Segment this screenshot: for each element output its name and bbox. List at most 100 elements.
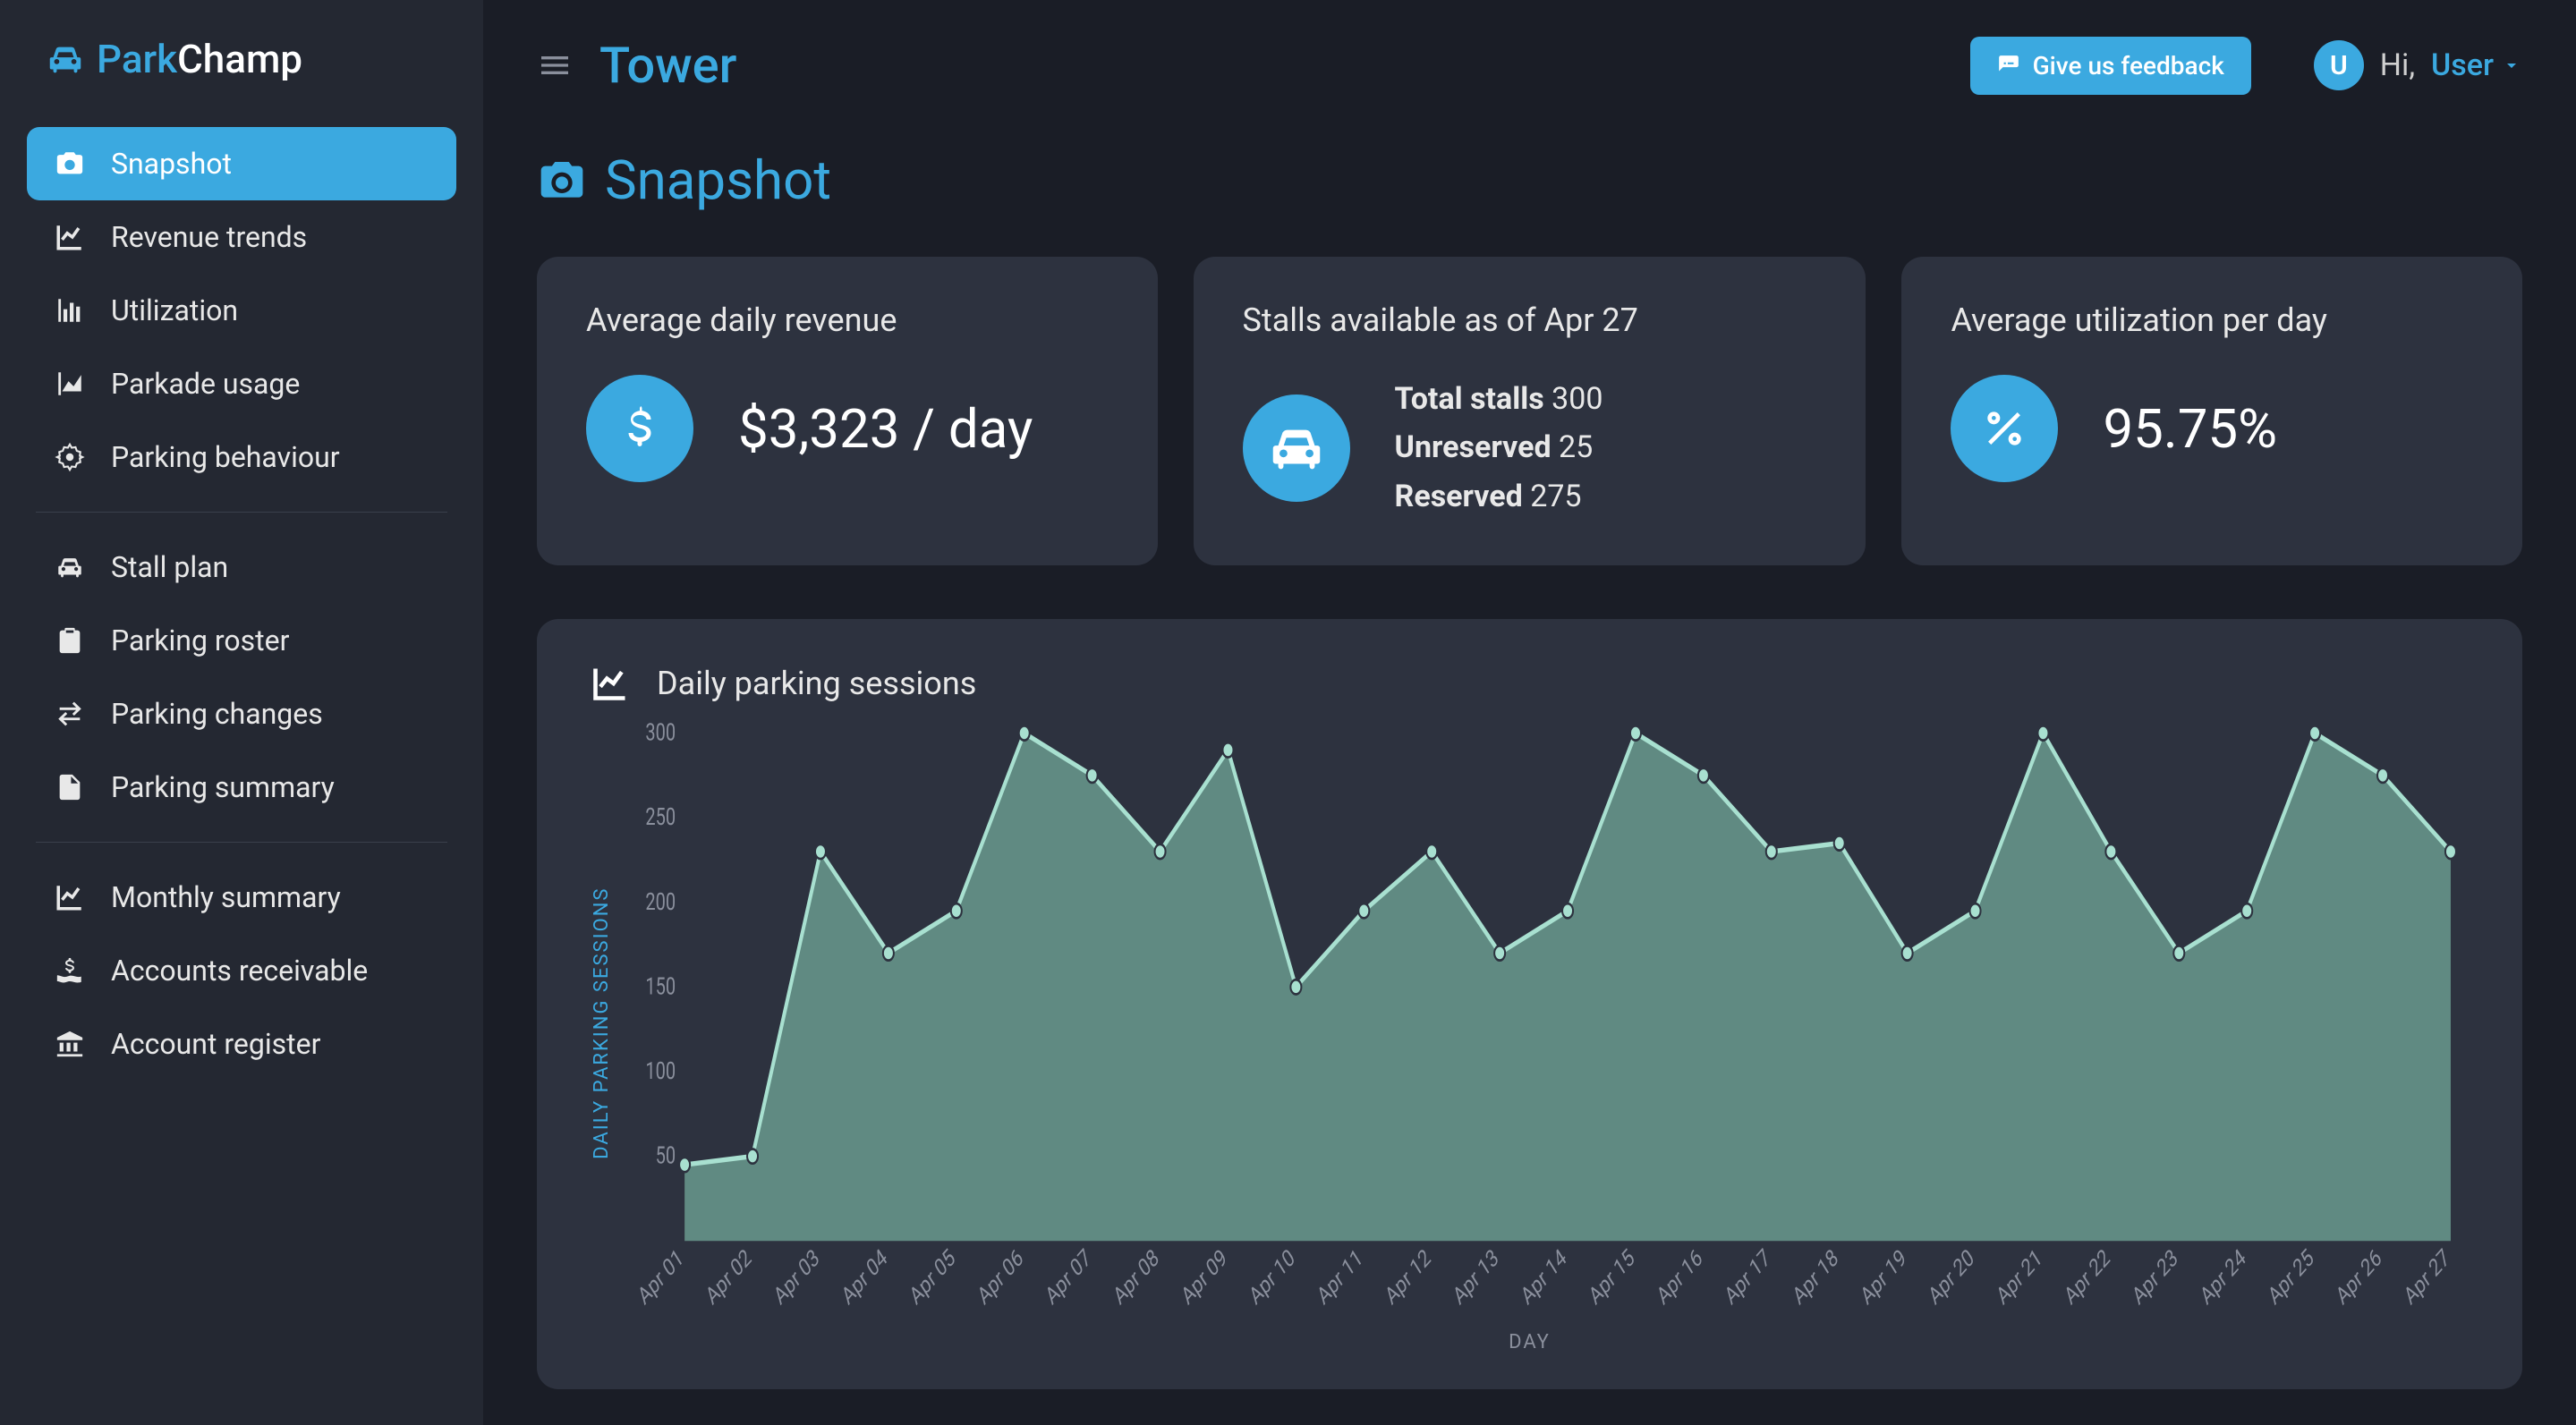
- main-content: Tower Give us feedback U Hi, User: [483, 0, 2576, 1425]
- camera-icon: [54, 148, 86, 180]
- document-icon: [54, 771, 86, 803]
- chart-title: Daily parking sessions: [657, 665, 976, 702]
- page-title: Snapshot: [537, 148, 2522, 212]
- sidebar-item-label: Account register: [111, 1027, 320, 1061]
- sidebar-item-accounts-receivable[interactable]: Accounts receivable: [27, 934, 456, 1007]
- svg-text:Apr 02: Apr 02: [701, 1243, 755, 1310]
- area-chart-icon: [54, 368, 86, 400]
- svg-text:Apr 26: Apr 26: [2332, 1243, 2385, 1310]
- svg-text:150: 150: [645, 972, 676, 1001]
- svg-text:Apr 18: Apr 18: [1789, 1243, 1842, 1310]
- card-title: Average daily revenue: [586, 301, 1109, 339]
- sidebar-item-account-register[interactable]: Account register: [27, 1007, 456, 1081]
- line-chart-icon: [591, 664, 630, 703]
- sidebar: ParkChamp Snapshot Revenue trends Utilizat…: [0, 0, 483, 1425]
- stalls-card: Stalls available as of Apr 27 Total stal…: [1194, 257, 1866, 565]
- sidebar-item-label: Parkade usage: [111, 367, 300, 401]
- svg-text:Apr 05: Apr 05: [905, 1243, 959, 1310]
- topbar: Tower Give us feedback U Hi, User: [537, 36, 2522, 95]
- svg-text:Apr 12: Apr 12: [1381, 1243, 1434, 1310]
- svg-text:Apr 09: Apr 09: [1177, 1243, 1231, 1310]
- svg-text:Apr 04: Apr 04: [837, 1243, 891, 1310]
- card-title: Average utilization per day: [1951, 301, 2473, 339]
- svg-text:Apr 15: Apr 15: [1585, 1243, 1638, 1310]
- hand-money-icon: [54, 954, 86, 987]
- svg-text:Apr 13: Apr 13: [1449, 1243, 1502, 1310]
- svg-text:Apr 03: Apr 03: [769, 1243, 823, 1310]
- chart-card: Daily parking sessions DAILY PARKING SES…: [537, 619, 2522, 1389]
- sidebar-item-utilization[interactable]: Utilization: [27, 274, 456, 347]
- camera-icon: [537, 156, 587, 206]
- sidebar-item-parking-summary[interactable]: Parking summary: [27, 751, 456, 824]
- svg-text:200: 200: [645, 887, 676, 916]
- svg-text:Apr 27: Apr 27: [2400, 1243, 2453, 1310]
- swap-icon: [54, 698, 86, 730]
- car-icon: [1243, 394, 1350, 502]
- chevron-down-icon: [2501, 55, 2522, 76]
- sidebar-item-label: Monthly summary: [111, 880, 341, 914]
- bar-chart-icon: [54, 294, 86, 327]
- svg-text:Apr 23: Apr 23: [2129, 1243, 2182, 1310]
- user-menu[interactable]: U Hi, User: [2314, 40, 2522, 90]
- brand-suffix: Champ: [177, 36, 302, 82]
- brand-logo: ParkChamp: [27, 36, 456, 82]
- svg-text:50: 50: [656, 1141, 676, 1170]
- utilization-card: Average utilization per day 95.75%: [1901, 257, 2522, 565]
- revenue-value: $3,323 / day: [738, 397, 1033, 461]
- car-icon: [45, 38, 86, 80]
- svg-text:Apr 25: Apr 25: [2264, 1243, 2317, 1310]
- brand-prefix: Park: [97, 36, 177, 82]
- bank-icon: [54, 1028, 86, 1060]
- clipboard-icon: [54, 624, 86, 657]
- line-chart-icon: [54, 881, 86, 913]
- user-name-dropdown[interactable]: User: [2431, 47, 2522, 83]
- sidebar-item-parkade-usage[interactable]: Parkade usage: [27, 347, 456, 420]
- sidebar-item-label: Revenue trends: [111, 220, 307, 254]
- revenue-card: Average daily revenue $3,323 / day: [537, 257, 1158, 565]
- chart-x-axis-label: DAY: [591, 1331, 2469, 1353]
- svg-text:Apr 17: Apr 17: [1721, 1243, 1774, 1310]
- menu-toggle-icon[interactable]: [537, 47, 573, 83]
- sidebar-item-monthly-summary[interactable]: Monthly summary: [27, 861, 456, 934]
- sidebar-item-label: Parking summary: [111, 770, 335, 804]
- sidebar-item-parking-roster[interactable]: Parking roster: [27, 604, 456, 677]
- sidebar-item-label: Accounts receivable: [111, 954, 368, 988]
- card-title: Stalls available as of Apr 27: [1243, 301, 1817, 339]
- nav-divider: [36, 842, 447, 843]
- sidebar-item-revenue-trends[interactable]: Revenue trends: [27, 200, 456, 274]
- percent-icon: [1951, 375, 2058, 482]
- svg-text:250: 250: [645, 802, 676, 831]
- sidebar-item-parking-changes[interactable]: Parking changes: [27, 677, 456, 751]
- svg-text:Apr 06: Apr 06: [973, 1243, 1027, 1310]
- sidebar-item-stall-plan[interactable]: Stall plan: [27, 530, 456, 604]
- chart-plot: 50100150200250300Apr 01Apr 02Apr 03Apr 0…: [622, 721, 2469, 1326]
- greeting-text: Hi,: [2380, 47, 2415, 83]
- svg-text:Apr 24: Apr 24: [2196, 1243, 2249, 1310]
- line-chart-icon: [54, 221, 86, 253]
- stalls-breakdown: Total stalls 300 Unreserved 25 Reserved …: [1395, 375, 1603, 521]
- svg-text:Apr 16: Apr 16: [1653, 1243, 1706, 1310]
- svg-text:Apr 10: Apr 10: [1245, 1243, 1299, 1310]
- dollar-icon: [586, 375, 693, 482]
- feedback-button[interactable]: Give us feedback: [1970, 37, 2251, 95]
- nav-list: Snapshot Revenue trends Utilization Parkade…: [27, 127, 456, 1081]
- svg-text:Apr 22: Apr 22: [2061, 1243, 2114, 1310]
- sidebar-item-label: Utilization: [111, 293, 238, 327]
- feedback-label: Give us feedback: [2033, 51, 2224, 81]
- summary-cards: Average daily revenue $3,323 / day Stall…: [537, 257, 2522, 565]
- sidebar-item-parking-behaviour[interactable]: Parking behaviour: [27, 420, 456, 494]
- utilization-value: 95.75%: [2103, 397, 2277, 461]
- sidebar-item-snapshot[interactable]: Snapshot: [27, 127, 456, 200]
- gear-head-icon: [54, 441, 86, 473]
- sidebar-item-label: Parking behaviour: [111, 440, 340, 474]
- svg-text:Apr 19: Apr 19: [1857, 1243, 1910, 1310]
- svg-text:100: 100: [645, 1056, 676, 1085]
- car-icon: [54, 551, 86, 583]
- svg-text:Apr 14: Apr 14: [1517, 1243, 1570, 1310]
- chat-icon: [1997, 54, 2020, 77]
- svg-text:Apr 21: Apr 21: [1993, 1243, 2046, 1310]
- sidebar-item-label: Stall plan: [111, 550, 228, 584]
- nav-divider: [36, 512, 447, 513]
- page-location-title: Tower: [599, 36, 1943, 95]
- svg-text:Apr 08: Apr 08: [1109, 1243, 1163, 1310]
